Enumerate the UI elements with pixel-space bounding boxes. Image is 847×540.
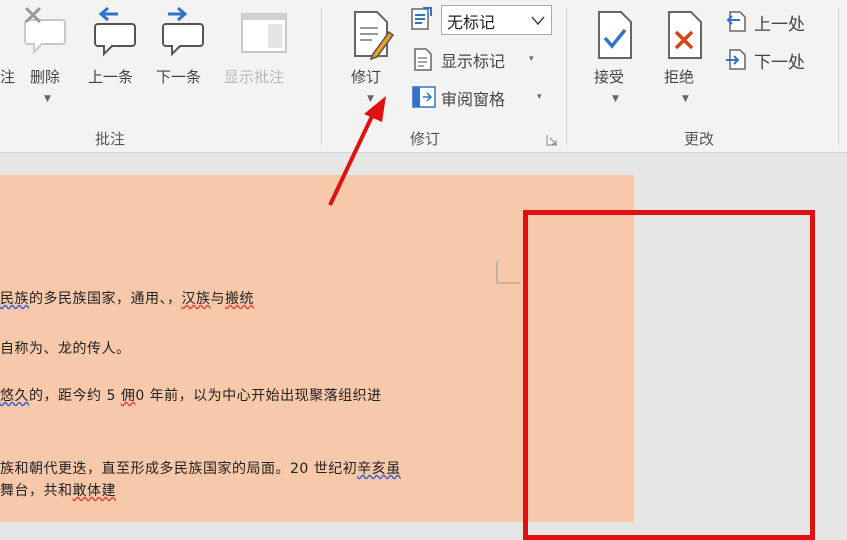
text-run: 0 年前，以为中心开始出现聚落组织进: [135, 388, 382, 404]
show-markup-button[interactable]: 显示标记 ▾: [409, 44, 549, 74]
delete-comment-icon: [24, 6, 66, 55]
review-pane-icon: [412, 86, 436, 108]
show-comments-icon: [241, 13, 287, 53]
show-comments-label: 显示批注: [224, 68, 285, 86]
previous-comment-button[interactable]: 上一条: [88, 6, 148, 86]
next-comment-icon: [162, 6, 204, 57]
show-markup-caret[interactable]: ▾: [529, 54, 534, 64]
document-line-2: 自称为、龙的传人。: [0, 341, 131, 357]
markup-view-icon: [411, 7, 432, 30]
reject-label: 拒绝: [664, 68, 695, 86]
accept-icon: [598, 11, 632, 59]
delete-dropdown-caret[interactable]: ▼: [44, 94, 51, 104]
track-changes-caret[interactable]: ▼: [367, 94, 374, 104]
track-changes-label: 修订: [351, 68, 382, 86]
review-pane-button[interactable]: 审阅窗格 ▾: [409, 82, 554, 112]
show-markup-icon: [414, 48, 432, 71]
accept-label: 接受: [594, 68, 625, 86]
next-comment-button[interactable]: 下一条: [156, 6, 216, 86]
previous-change-button[interactable]: 上一处: [722, 8, 822, 36]
show-markup-label: 显示标记: [441, 52, 506, 71]
text-run: 悠久: [0, 388, 29, 404]
margin-corner-mark: [496, 261, 521, 284]
group-divider: [566, 8, 567, 146]
new-comment-label-partial[interactable]: 注: [0, 66, 15, 87]
review-pane-caret[interactable]: ▾: [537, 92, 542, 102]
text-run: 与: [210, 291, 225, 307]
accept-button[interactable]: 接受 ▼: [590, 6, 642, 106]
delete-label: 删除: [30, 68, 61, 86]
changes-group-label: 更改: [684, 130, 715, 148]
previous-comment-icon: [94, 6, 136, 57]
track-changes-icon: [354, 11, 395, 61]
delete-comment-button[interactable]: 删除 ▼: [22, 6, 74, 106]
next-label: 下一条: [156, 68, 202, 86]
markup-select-value: 无标记: [447, 13, 496, 32]
highlight-box: [523, 210, 815, 540]
document-line-1: 民族的多民族国家，通用、，汉族与搬统: [0, 288, 254, 308]
text-run: 的，距今约 5: [29, 388, 121, 404]
comments-group-label: 批注: [95, 130, 126, 148]
ribbon: 注 删除 ▼ 上一条 下一条 显示批注 批注 修订 ▼ 无标记 显示标记 ▾ 审…: [0, 0, 847, 153]
markup-select[interactable]: 无标记: [441, 5, 552, 35]
text-run: 的多民族国家，通用、，: [29, 291, 182, 307]
text-run: 敢体建: [72, 483, 116, 499]
dialog-launcher-icon[interactable]: [546, 134, 558, 146]
text-run: 族和朝代更迭，直至形成多民族国家的局面。20 世纪初: [0, 461, 358, 477]
group-divider: [321, 8, 322, 146]
previous-label: 上一条: [88, 68, 134, 86]
show-comments-button: 显示批注: [224, 6, 310, 86]
next-change-icon: [726, 49, 746, 70]
group-divider: [838, 8, 839, 146]
tracking-group-label: 修订: [410, 130, 441, 148]
accept-caret[interactable]: ▼: [612, 94, 619, 104]
document-line-5: 舞台，共和敢体建: [0, 480, 116, 500]
track-changes-button[interactable]: 修订 ▼: [345, 6, 397, 106]
text-run: 辛亥虽: [357, 461, 401, 477]
reject-icon: [668, 11, 702, 59]
reject-caret[interactable]: ▼: [682, 94, 689, 104]
next-change-label: 下一处: [754, 53, 805, 73]
previous-change-label: 上一处: [754, 15, 805, 35]
text-run: 佣: [120, 388, 136, 404]
document-line-4: 族和朝代更迭，直至形成多民族国家的局面。20 世纪初辛亥虽: [0, 458, 401, 478]
text-run: 民族: [0, 291, 29, 307]
next-change-button[interactable]: 下一处: [722, 46, 822, 74]
review-pane-label: 审阅窗格: [441, 90, 506, 109]
document-line-3: 悠久的，距今约 5 佣0 年前，以为中心开始出现聚落组织进: [0, 385, 382, 405]
text-run: 舞台，共和: [0, 483, 73, 499]
text-run: 搬统: [225, 291, 254, 307]
reject-button[interactable]: 拒绝 ▼: [660, 6, 712, 106]
chevron-down-icon: [531, 16, 545, 26]
previous-change-icon: [726, 11, 746, 32]
text-run: 汉族: [181, 291, 211, 307]
